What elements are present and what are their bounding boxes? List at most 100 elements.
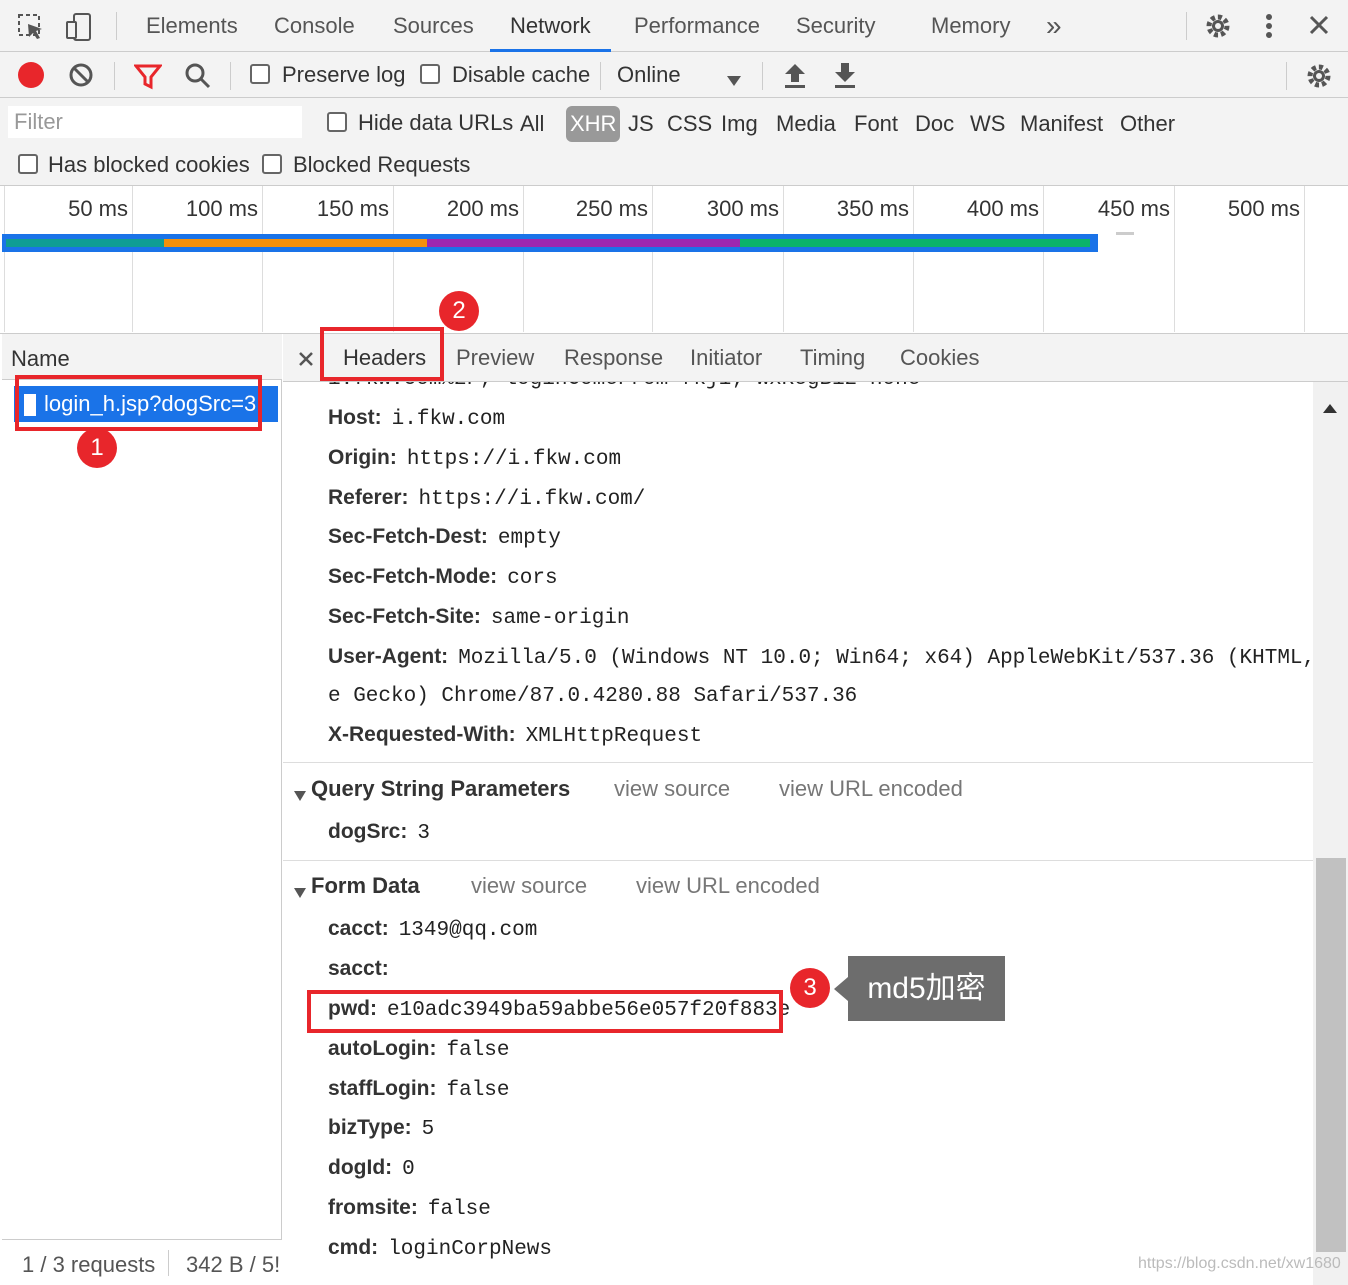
filter-type-js[interactable]: JS <box>628 106 654 142</box>
settings-gear-icon[interactable] <box>1204 12 1232 40</box>
tick-label: 500 ms <box>1227 196 1300 221</box>
param-key: cmd: <box>328 1236 379 1259</box>
filter-type-ws[interactable]: WS <box>970 106 1005 142</box>
query-view-url-encoded-link[interactable]: view URL encoded <box>779 776 963 802</box>
name-column-header[interactable]: Name <box>2 334 282 380</box>
blocked-requests-checkbox[interactable] <box>262 154 282 174</box>
header-key: Referer: <box>328 486 409 509</box>
close-devtools-icon[interactable] <box>1308 14 1330 36</box>
query-section-title[interactable]: Query String Parameters <box>311 776 570 802</box>
chevron-down-icon[interactable] <box>726 68 742 86</box>
annotation-badge-1: 1 <box>77 428 117 468</box>
has-blocked-cookies-checkbox[interactable] <box>18 154 38 174</box>
grid-line <box>132 186 133 332</box>
grid-line <box>262 186 263 332</box>
grid-line <box>4 186 5 332</box>
filter-input[interactable]: Filter <box>8 106 302 138</box>
filter-type-css[interactable]: CSS <box>667 106 712 142</box>
form-param-row: sacct: <box>328 957 399 982</box>
header-value: https://i.fkw.com/ <box>418 488 646 511</box>
hide-data-urls-checkbox[interactable] <box>327 112 347 132</box>
tab-initiator[interactable]: Initiator <box>690 334 762 382</box>
param-value: 3 <box>417 822 430 845</box>
preserve-log-checkbox[interactable] <box>250 64 270 84</box>
filter-type-img[interactable]: Img <box>721 106 758 142</box>
transfer-size: 342 B / 5! <box>186 1252 280 1277</box>
param-value: 0 <box>402 1158 415 1181</box>
more-options-icon[interactable] <box>1262 12 1276 40</box>
tab-preview[interactable]: Preview <box>456 334 534 382</box>
query-view-source-link[interactable]: view source <box>614 776 730 802</box>
clear-icon[interactable] <box>68 62 94 88</box>
param-value: false <box>427 1198 491 1221</box>
request-list: Name login_h.jsp?dogSrc=3 1 / 3 requests… <box>2 334 282 1285</box>
timing-segment-ssl <box>164 239 427 247</box>
tab-elements[interactable]: Elements <box>146 0 238 52</box>
tab-timing[interactable]: Timing <box>800 334 865 382</box>
form-section-title[interactable]: Form Data <box>311 873 420 899</box>
filter-type-media[interactable]: Media <box>776 106 836 142</box>
form-param-row: autoLogin: false <box>328 1037 509 1062</box>
tab-response[interactable]: Response <box>564 334 663 382</box>
device-toolbar-icon[interactable] <box>64 12 94 42</box>
filter-type-other[interactable]: Other <box>1120 106 1175 142</box>
scrollbar-thumb[interactable] <box>1316 858 1346 1252</box>
divider <box>1286 62 1287 90</box>
filter-type-xhr[interactable]: XHR <box>566 106 621 142</box>
inspect-element-icon[interactable] <box>16 12 46 42</box>
tab-performance[interactable]: Performance <box>634 0 760 52</box>
filter-type-font[interactable]: Font <box>854 106 898 142</box>
tab-console[interactable]: Console <box>274 0 355 52</box>
section-divider <box>283 860 1313 861</box>
network-settings-gear-icon[interactable] <box>1305 62 1333 90</box>
more-tabs-icon[interactable]: » <box>1046 0 1062 52</box>
tick-label: 100 ms <box>185 196 258 221</box>
tab-sources[interactable]: Sources <box>393 0 474 52</box>
header-value: Mozilla/5.0 (Windows NT 10.0; Win64; x64… <box>458 647 1313 670</box>
filter-bar: Filter Hide data URLs All XHR JS CSS Img… <box>0 98 1348 186</box>
header-key: Sec-Fetch-Mode: <box>328 565 498 588</box>
header-value: XMLHttpRequest <box>525 725 703 748</box>
import-har-icon[interactable] <box>782 60 808 90</box>
tab-network[interactable]: Network <box>490 0 611 52</box>
close-details-icon[interactable] <box>297 348 315 366</box>
header-row: Sec-Fetch-Mode: cors <box>328 565 558 590</box>
header-value: cors <box>507 567 558 590</box>
timeline-overview[interactable]: 50 ms 100 ms 150 ms 200 ms 250 ms 300 ms… <box>0 186 1348 334</box>
tab-memory[interactable]: Memory <box>931 0 1010 52</box>
triangle-down-icon[interactable] <box>293 782 307 801</box>
header-value: https://i.fkw.com <box>406 448 622 471</box>
param-key: dogSrc: <box>328 820 408 843</box>
divider <box>762 62 763 90</box>
form-view-url-encoded-link[interactable]: view URL encoded <box>636 873 820 899</box>
param-key: bizType: <box>328 1116 412 1139</box>
filter-type-all[interactable]: All <box>520 106 544 142</box>
preserve-log-label: Preserve log <box>282 62 406 87</box>
timing-segment-waiting <box>6 239 164 247</box>
param-value: false <box>446 1079 510 1102</box>
export-har-icon[interactable] <box>832 60 858 90</box>
filter-type-doc[interactable]: Doc <box>915 106 954 142</box>
filter-type-manifest[interactable]: Manifest <box>1020 106 1103 142</box>
param-value: false <box>446 1039 510 1062</box>
record-icon[interactable] <box>18 62 44 88</box>
tab-cookies[interactable]: Cookies <box>900 334 979 382</box>
grid-line <box>1043 186 1044 332</box>
header-key: User-Agent: <box>328 645 449 668</box>
filter-funnel-icon[interactable] <box>132 62 164 90</box>
request-details: Headers Preview Response Initiator Timin… <box>283 334 1348 1285</box>
timeline-marker <box>1116 232 1134 235</box>
scroll-up-arrow-icon[interactable] <box>1322 394 1338 413</box>
disable-cache-checkbox[interactable] <box>420 64 440 84</box>
tab-security[interactable]: Security <box>796 0 875 52</box>
has-blocked-cookies-label: Has blocked cookies <box>48 152 250 177</box>
network-toolbar: Preserve log Disable cache Online <box>0 52 1348 98</box>
form-view-source-link[interactable]: view source <box>471 873 587 899</box>
divider <box>230 62 231 90</box>
throttling-select[interactable]: Online <box>617 62 681 88</box>
triangle-down-icon[interactable] <box>293 879 307 898</box>
annotation-box-headers-tab <box>320 327 444 381</box>
divider <box>1186 12 1187 40</box>
search-icon[interactable] <box>184 62 212 90</box>
header-content-viewport: i.fkw.com%2F; loginComeFrom=fkj1; wxRegB… <box>283 382 1313 394</box>
